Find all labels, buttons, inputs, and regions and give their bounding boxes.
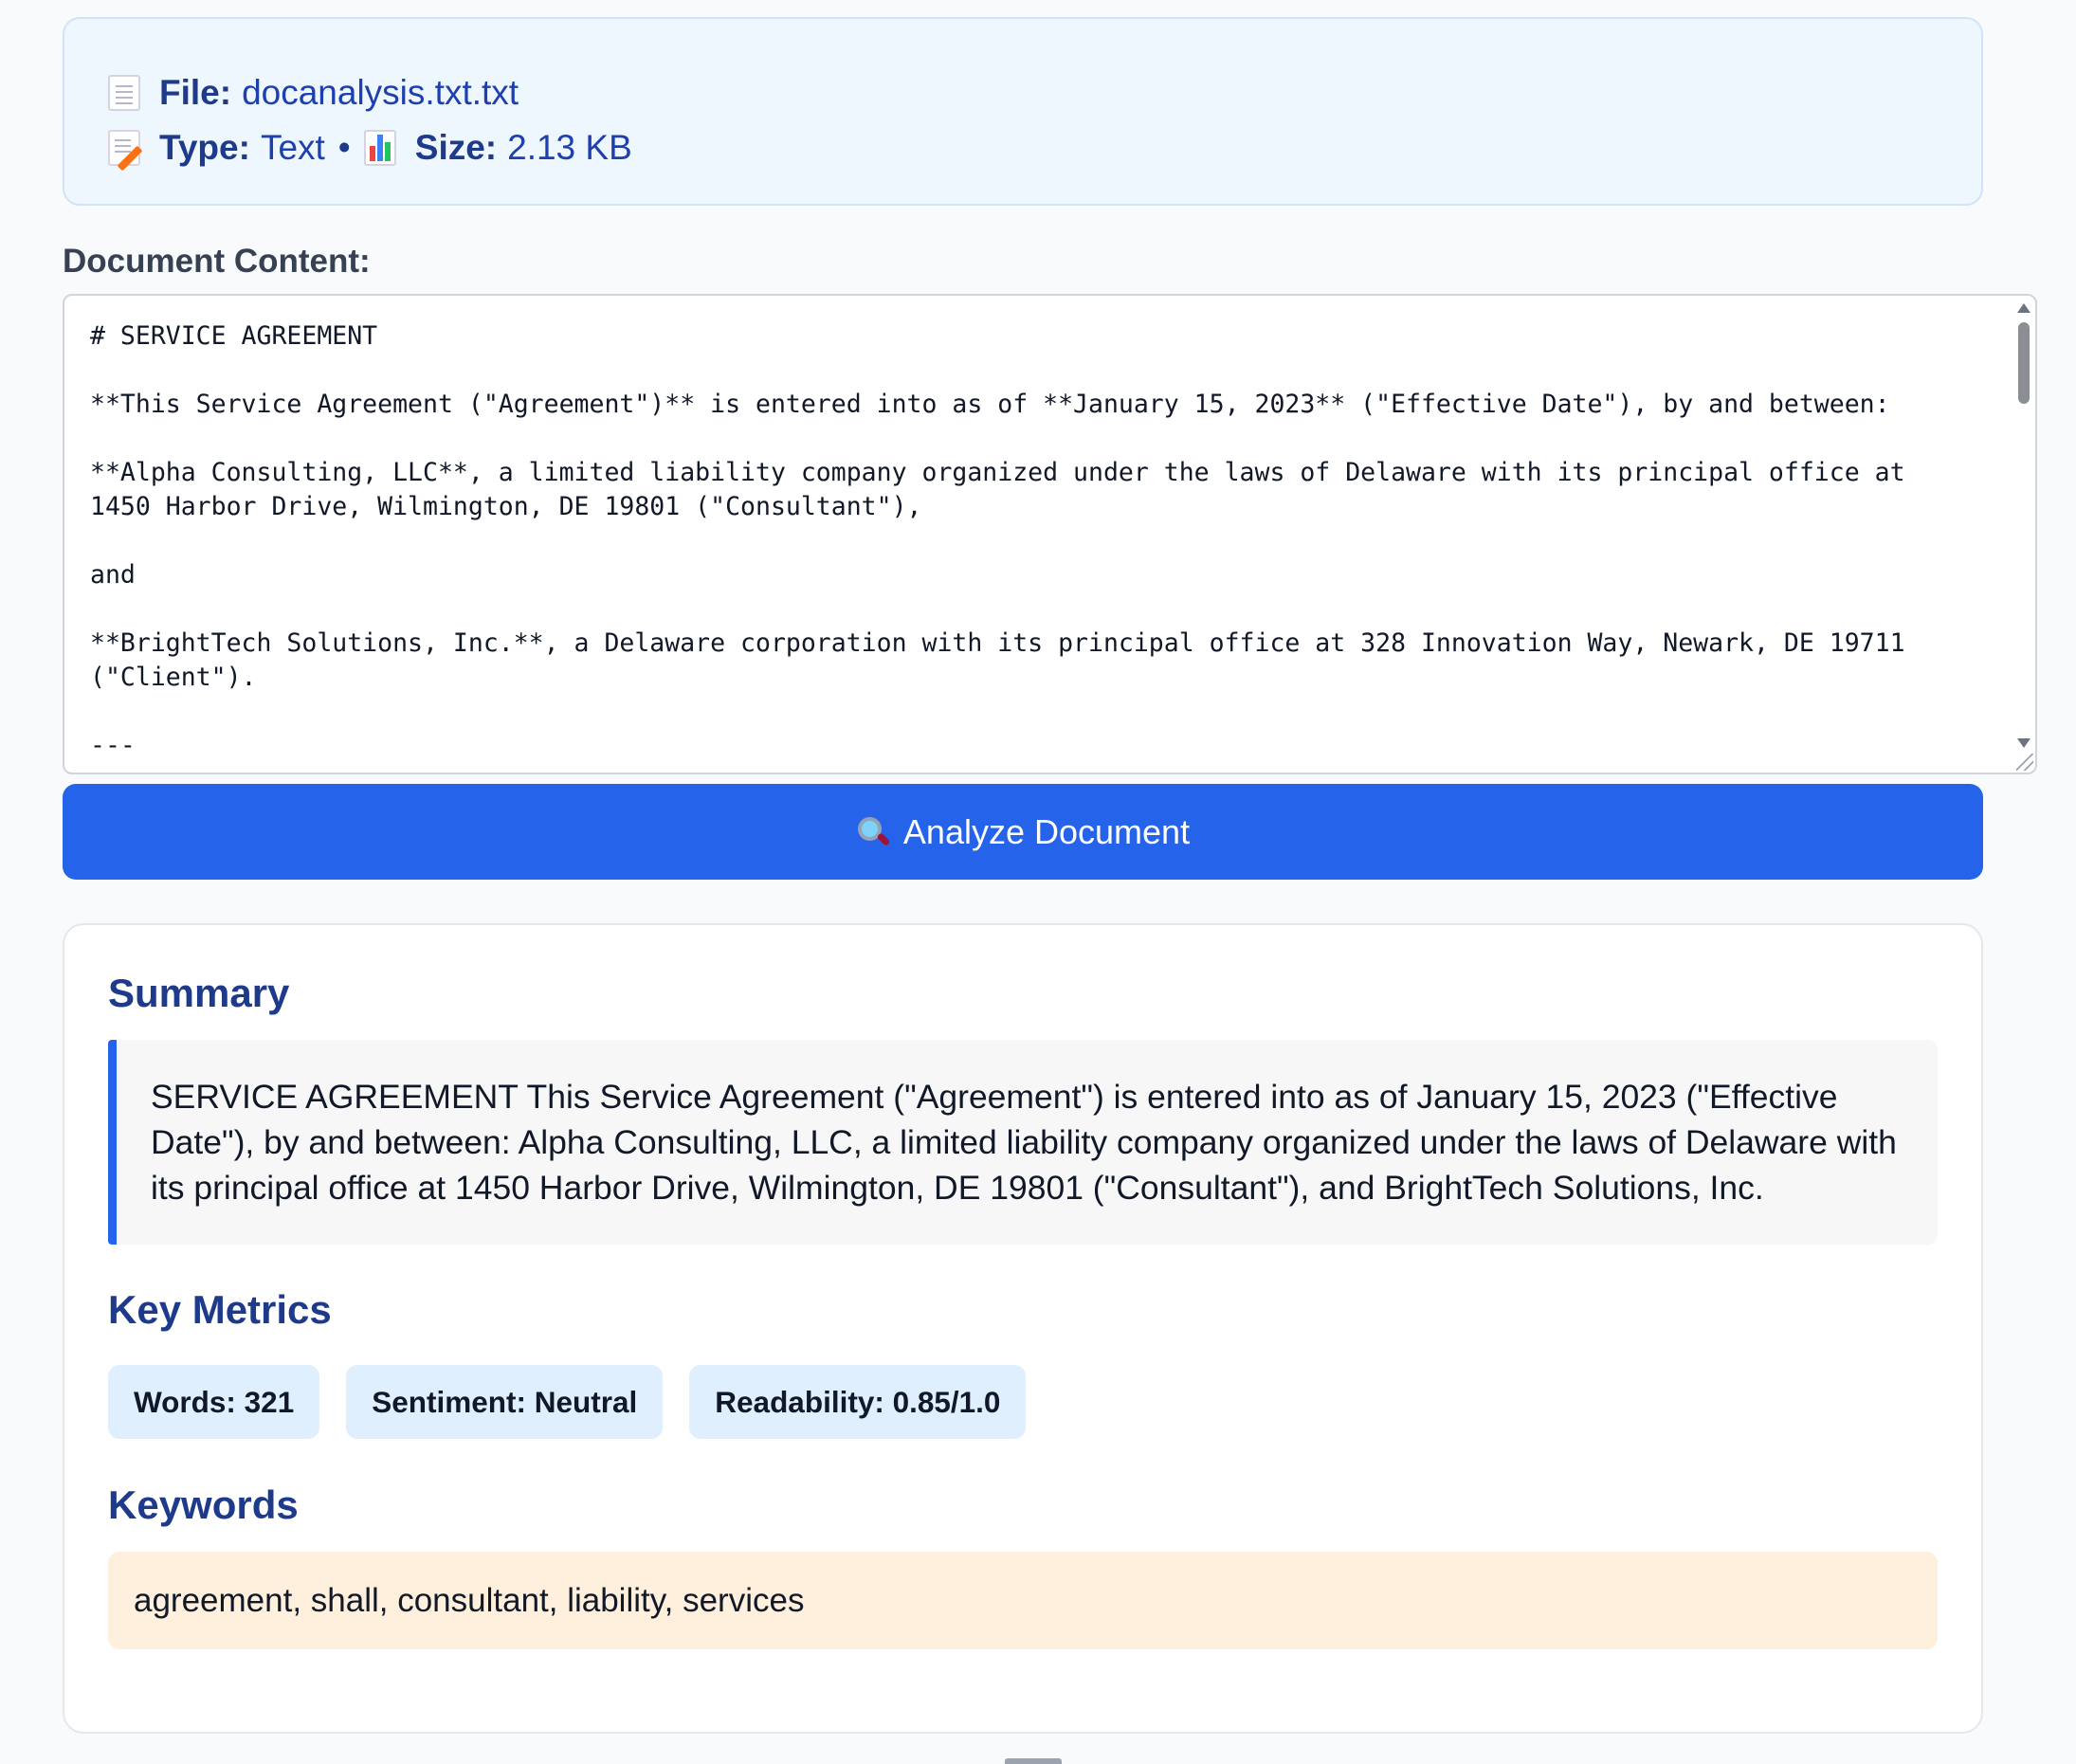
meta-separator: •	[337, 128, 351, 167]
metric-readability: Readability: 0.85/1.0	[689, 1365, 1027, 1439]
key-metrics-heading: Key Metrics	[108, 1287, 332, 1332]
scroll-down-arrow-icon[interactable]	[2017, 738, 2030, 748]
document-analysis-page: File: docanalysis.txt.txt Type: Text • S…	[0, 0, 2076, 1764]
file-name: docanalysis.txt.txt	[242, 73, 519, 112]
analyze-button-label: Analyze Document	[902, 811, 1191, 851]
type-label: Type:	[159, 128, 250, 167]
document-icon	[108, 75, 140, 111]
document-content-label: Document Content:	[63, 243, 371, 280]
analysis-results-card: Summary SERVICE AGREEMENT This Service A…	[63, 923, 1983, 1734]
file-name-row: File: docanalysis.txt.txt	[108, 66, 1981, 119]
type-value: Text	[260, 128, 325, 167]
size-value: 2.13 KB	[507, 128, 632, 167]
size-label: Size:	[414, 128, 498, 167]
keywords-heading: Keywords	[108, 1482, 299, 1527]
magnifier-icon	[856, 815, 891, 849]
summary-text: SERVICE AGREEMENT This Service Agreement…	[108, 1040, 1938, 1245]
file-info-card: File: docanalysis.txt.txt Type: Text • S…	[63, 17, 1983, 206]
file-label: File:	[159, 73, 232, 112]
bottom-drag-handle[interactable]	[1005, 1758, 1062, 1764]
metric-words: Words: 321	[108, 1365, 320, 1439]
textarea-scrollbar[interactable]	[2011, 296, 2035, 773]
file-meta-row: Type: Text • Size: 2.13 KB	[108, 121, 1981, 174]
analyze-document-button[interactable]: Analyze Document	[63, 784, 1983, 880]
resize-handle-icon[interactable]	[2016, 754, 2033, 771]
metrics-list: Words: 321 Sentiment: Neutral Readabilit…	[108, 1365, 1027, 1439]
document-content-textarea[interactable]: # SERVICE AGREEMENT **This Service Agree…	[63, 294, 2037, 774]
memo-icon	[108, 130, 140, 166]
keywords-text: agreement, shall, consultant, liability,…	[108, 1552, 1938, 1649]
metric-sentiment: Sentiment: Neutral	[346, 1365, 664, 1439]
bar-chart-icon	[363, 130, 396, 166]
document-content-text[interactable]: # SERVICE AGREEMENT **This Service Agree…	[90, 319, 1976, 763]
scroll-up-arrow-icon[interactable]	[2017, 303, 2030, 313]
summary-heading: Summary	[108, 971, 290, 1015]
scrollbar-thumb[interactable]	[2018, 322, 2030, 404]
